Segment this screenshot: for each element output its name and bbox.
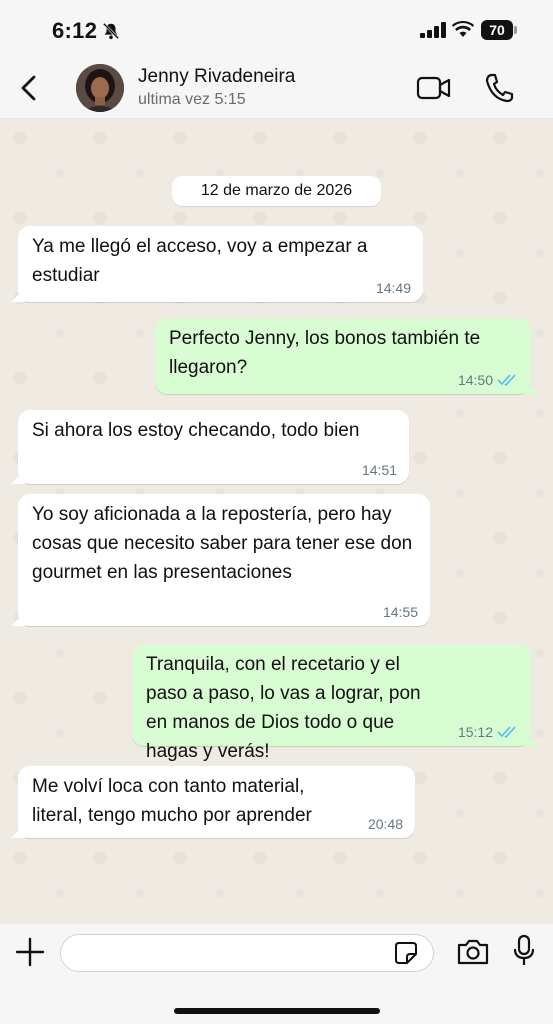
battery-tip xyxy=(514,26,517,34)
message-time: 14:55 xyxy=(382,604,418,620)
video-call-icon[interactable] xyxy=(416,74,452,102)
message-incoming[interactable]: Me volví loca con tanto material, litera… xyxy=(11,766,415,838)
contact-name[interactable]: Jenny Rivadeneira xyxy=(138,66,295,88)
message-text: Yo soy aficionada a la repostería, pero … xyxy=(32,504,413,583)
back-chevron-icon[interactable] xyxy=(14,70,44,106)
avatar[interactable] xyxy=(76,64,124,112)
message-time: 14:51 xyxy=(361,462,397,478)
last-seen-status: ultima vez 5:15 xyxy=(138,91,246,108)
status-bar: 6:12 70 xyxy=(0,0,553,60)
message-incoming[interactable]: Si ahora los estoy checando, todo bien 1… xyxy=(11,410,409,484)
message-time: 14:49 xyxy=(375,280,411,296)
message-text: Tranquila, con el recetario y el paso a … xyxy=(146,654,421,762)
bell-off-icon xyxy=(102,22,120,40)
message-time: 20:48 xyxy=(367,816,403,832)
chat-header: Jenny Rivadeneira ultima vez 5:15 xyxy=(0,60,553,119)
message-outgoing[interactable]: Tranquila, con el recetario y el paso a … xyxy=(132,644,538,762)
message-time: 15:12 xyxy=(457,724,493,740)
plus-icon[interactable] xyxy=(14,936,46,968)
message-incoming[interactable]: Yo soy aficionada a la repostería, pero … xyxy=(11,494,430,626)
message-time: 14:50 xyxy=(457,372,493,388)
message-meta: 20:48 xyxy=(368,816,403,832)
message-meta: 14:49 xyxy=(376,280,411,296)
message-composer xyxy=(0,924,553,1024)
message-meta: 14:51 xyxy=(362,462,397,478)
message-text: Ya me llegó el acceso, voy a empezar a e… xyxy=(32,236,368,286)
double-check-icon xyxy=(497,374,516,387)
message-outgoing[interactable]: Perfecto Jenny, los bonos también te lle… xyxy=(155,318,538,394)
sticker-icon[interactable] xyxy=(394,941,418,965)
message-text: Me volví loca con tanto material, litera… xyxy=(32,776,312,826)
message-meta: 14:50 xyxy=(458,372,519,388)
signal-icon xyxy=(420,22,446,38)
message-incoming[interactable]: Ya me llegó el acceso, voy a empezar a e… xyxy=(11,226,423,302)
double-check-icon xyxy=(497,726,516,739)
message-meta: 15:12 xyxy=(458,724,519,740)
date-separator: 12 de marzo de 2026 xyxy=(172,176,381,206)
camera-icon[interactable] xyxy=(456,938,490,966)
battery-indicator: 70 xyxy=(481,20,513,40)
wifi-icon xyxy=(452,20,474,37)
home-indicator[interactable] xyxy=(174,1008,380,1014)
mic-icon[interactable] xyxy=(512,934,536,968)
phone-call-icon[interactable] xyxy=(484,72,514,104)
message-text: Si ahora los estoy checando, todo bien xyxy=(32,420,360,441)
message-input[interactable] xyxy=(60,934,434,972)
status-time: 6:12 xyxy=(52,18,98,43)
message-meta: 14:55 xyxy=(383,604,418,620)
